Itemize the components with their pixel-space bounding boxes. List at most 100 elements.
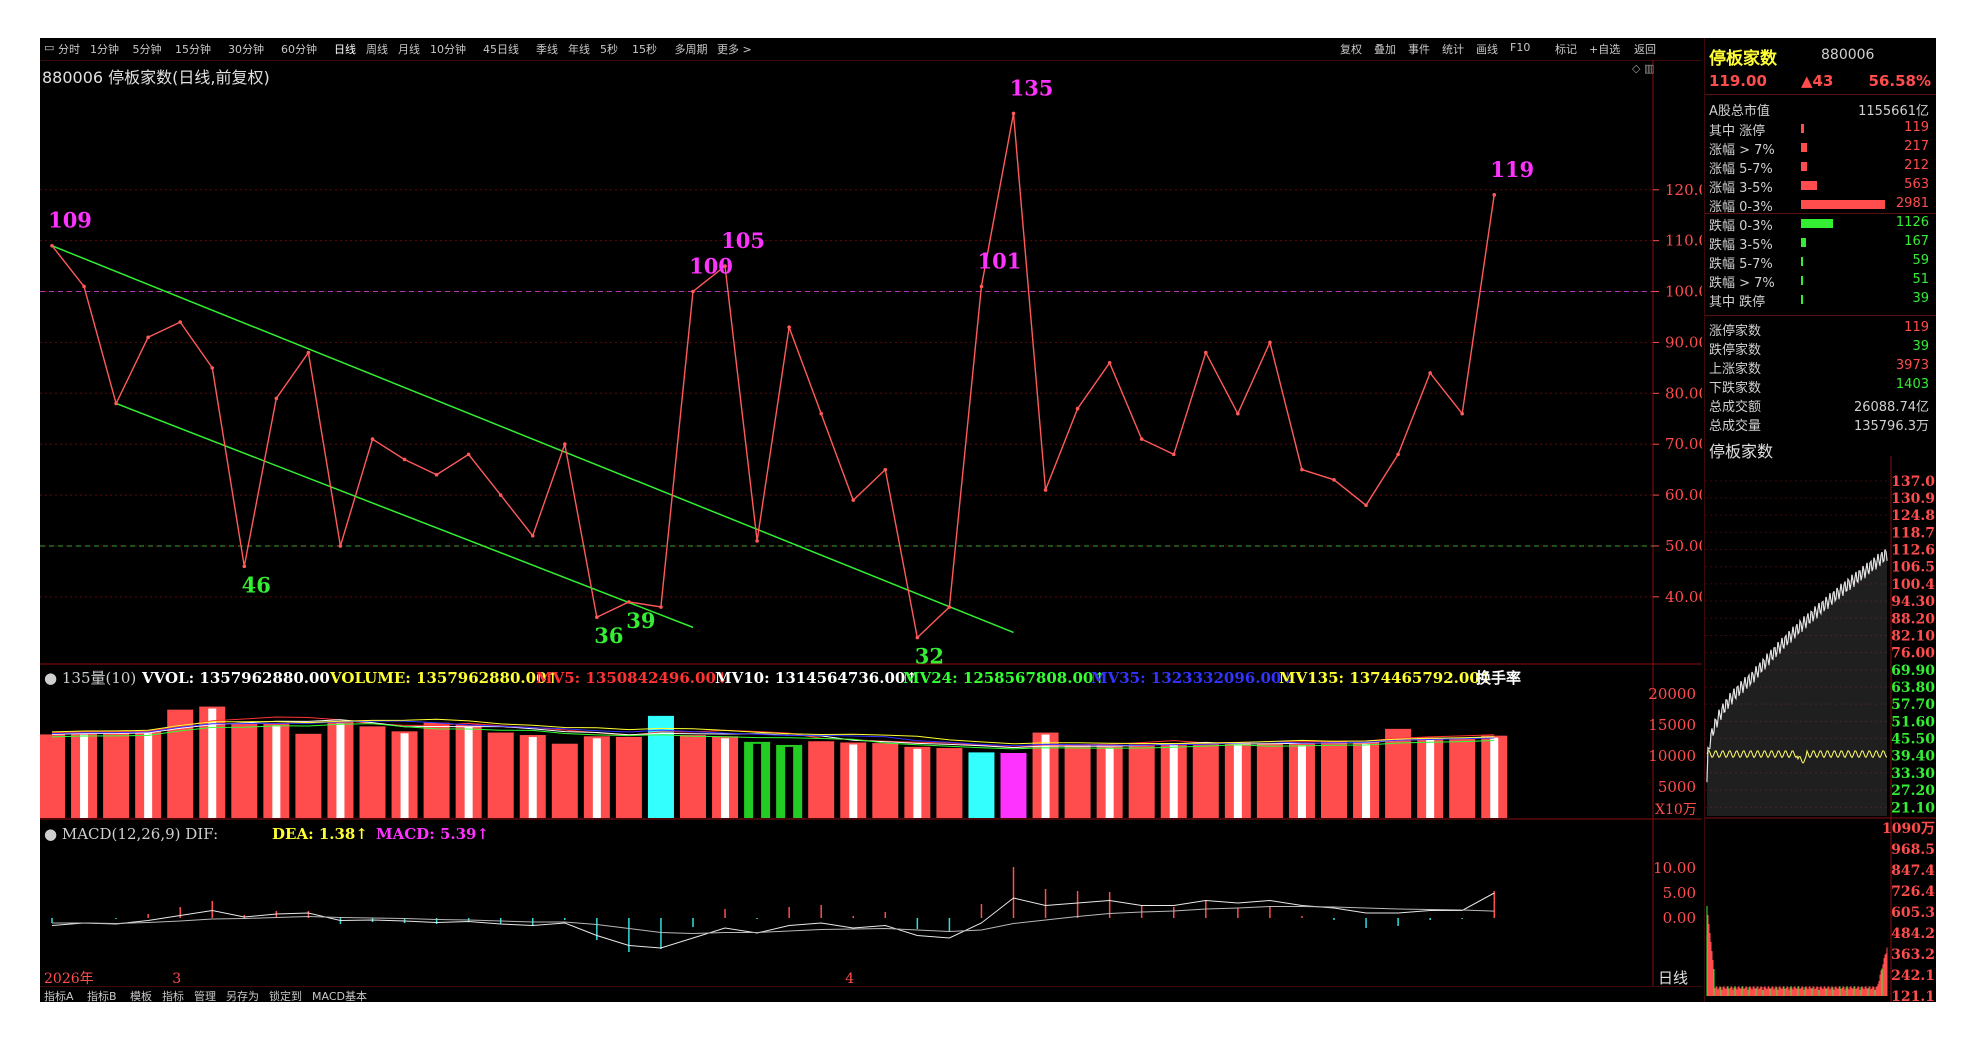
- mini-volume-tick: 968.5: [1891, 842, 1935, 858]
- data-point: [1171, 452, 1176, 457]
- bottom-tab[interactable]: 管理: [194, 988, 216, 1002]
- volume-y-tick: 20000: [1648, 685, 1696, 703]
- volume-bar: [1128, 744, 1155, 818]
- distribution-value: 217: [1904, 139, 1929, 154]
- distribution-bar: [1801, 257, 1803, 266]
- mini-volume-tick: 847.4: [1891, 863, 1935, 879]
- volume-bar-highlight: [1233, 744, 1242, 818]
- data-point: [979, 284, 984, 289]
- volume-bar-highlight: [272, 725, 281, 818]
- data-point: [659, 605, 663, 609]
- mini-volume-tick: 242.1: [1891, 968, 1935, 984]
- volume-legend-item: MV5: 1350842496.00↓: [536, 669, 728, 687]
- mini-y-tick: 76.00: [1891, 646, 1935, 662]
- mini-y-tick: 124.8: [1891, 508, 1935, 524]
- x-axis-label: 3: [172, 971, 181, 986]
- data-point: [242, 564, 247, 569]
- distribution-bar: [1801, 181, 1817, 190]
- data-point: [338, 544, 343, 548]
- mini-volume-tick: 484.2: [1891, 926, 1935, 942]
- value-annotation: 32: [915, 644, 944, 669]
- mini-volume-tick: 121.1: [1891, 989, 1935, 1002]
- volume-bar: [615, 736, 642, 818]
- data-point: [1204, 350, 1208, 355]
- bottom-tab[interactable]: 指标: [162, 988, 184, 1002]
- last-price: 119.00: [1709, 72, 1767, 90]
- mini-y-tick: 51.60: [1891, 714, 1935, 730]
- volume-bar-highlight: [1297, 745, 1306, 818]
- distribution-label: 跌幅 5-7%: [1709, 257, 1773, 272]
- mini-y-tick: 137.0: [1891, 474, 1935, 490]
- distribution-label: 跌幅 > 7%: [1709, 276, 1775, 291]
- bottom-tab[interactable]: MACD基本: [312, 988, 367, 1002]
- stats-value: 135796.3万: [1853, 419, 1929, 434]
- value-annotation: 101: [978, 248, 1022, 273]
- volume-legend-item: VVOL: 1357962880.00: [141, 669, 330, 687]
- volume-bar: [103, 733, 130, 818]
- volume-bar: [1385, 728, 1412, 818]
- distribution-row: 涨幅 0-3% 2981: [1709, 196, 1931, 215]
- bottom-tab[interactable]: 锁定到: [269, 988, 302, 1002]
- data-point: [691, 289, 695, 294]
- stats-label: 总成交额: [1709, 400, 1762, 415]
- volume-bar: [1449, 738, 1476, 818]
- mini-y-tick: 112.6: [1891, 543, 1935, 559]
- value-annotation: 100: [689, 254, 733, 279]
- volume-y-tick: 5000: [1658, 778, 1696, 796]
- mini-y-tick: 82.10: [1891, 628, 1935, 644]
- distribution-bar: [1801, 295, 1803, 304]
- divider: [1705, 94, 1936, 95]
- data-point: [50, 243, 54, 248]
- market-cap-label: A股总市值: [1709, 104, 1770, 119]
- stats-label: 上涨家数: [1709, 362, 1762, 377]
- stats-label: 跌停家数: [1709, 343, 1762, 358]
- y-tick-label: 40.00: [1665, 588, 1702, 606]
- y-tick-label: 100.0: [1665, 283, 1702, 301]
- data-point: [627, 600, 631, 604]
- data-point: [466, 452, 471, 457]
- data-point: [370, 437, 375, 441]
- volume-bar: [872, 743, 899, 818]
- value-annotation: 105: [721, 228, 765, 253]
- mini-y-tick: 39.40: [1891, 749, 1935, 765]
- main-chart[interactable]: 120.0 110.0 100.0 90.00 80.00 70.00 60.00 50.00…: [40, 38, 1702, 986]
- volume-bar: [423, 722, 450, 818]
- volume-y-tick: 10000: [1648, 747, 1696, 765]
- volume-unit-label: X10万: [1655, 802, 1697, 818]
- distribution-label: 跌幅 3-5%: [1709, 238, 1773, 253]
- macd-legend-item: DEA: 1.38↑: [272, 825, 368, 843]
- data-point: [1107, 360, 1112, 365]
- mini-y-tick: 69.90: [1891, 663, 1935, 679]
- bottom-tab[interactable]: 指标A: [44, 988, 74, 1002]
- mini-y-tick: 33.30: [1891, 766, 1935, 782]
- x-axis-label: 4: [845, 971, 854, 986]
- stats-row: 总成交额 26088.74亿: [1709, 396, 1931, 415]
- data-point: [82, 284, 86, 289]
- value-annotation: 135: [1010, 75, 1054, 100]
- trend-channel-line[interactable]: [51, 245, 1014, 634]
- stats-row: 下跌家数 1403: [1709, 377, 1931, 396]
- bottom-tab[interactable]: 另存为: [226, 988, 259, 1002]
- bottom-tab[interactable]: 模板: [130, 988, 152, 1002]
- data-point: [915, 635, 920, 640]
- volume-bar-highlight: [1041, 734, 1050, 818]
- price-change-pct: 56.58%: [1868, 72, 1931, 90]
- mini-y-tick: 88.20: [1891, 611, 1935, 627]
- data-point: [1300, 467, 1304, 472]
- value-annotation: 36: [594, 623, 623, 648]
- value-annotation: 39: [626, 608, 655, 633]
- macd-y-tick: 10.00: [1653, 859, 1696, 877]
- volume-bar: [808, 741, 835, 818]
- trend-channel-line[interactable]: [115, 402, 694, 629]
- bottom-tab[interactable]: 指标B: [87, 988, 117, 1002]
- distribution-value: 563: [1904, 177, 1929, 192]
- mini-y-tick: 45.50: [1891, 732, 1935, 748]
- volume-bar-highlight: [528, 737, 537, 818]
- distribution-row: 涨幅 3-5% 563: [1709, 177, 1931, 196]
- data-point: [530, 533, 535, 538]
- distribution-value: 2981: [1895, 196, 1929, 211]
- intraday-mini-chart[interactable]: 137.0130.9124.8118.7 112.6106.5100.494.30…: [1705, 456, 1936, 1002]
- volume-bar: [680, 735, 706, 818]
- volume-bar-highlight: [1169, 745, 1178, 818]
- distribution-row: 其中 跌停 39: [1709, 291, 1931, 310]
